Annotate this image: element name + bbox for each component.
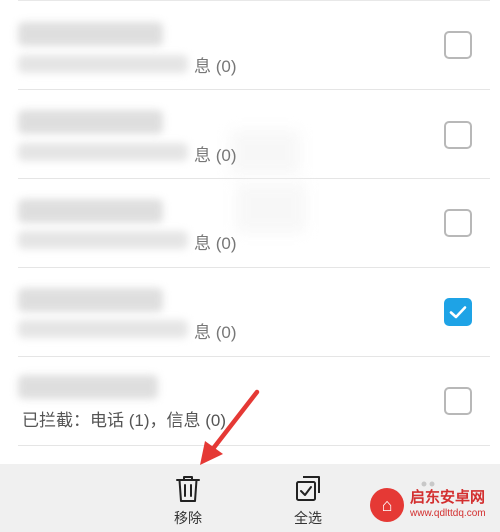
row-checkbox[interactable] <box>444 31 472 59</box>
blurred-phone-number <box>18 288 163 312</box>
select-all-button[interactable]: 全选 <box>268 474 348 530</box>
row-checkbox[interactable] <box>444 209 472 237</box>
select-all-label: 全选 <box>294 510 322 526</box>
remove-button[interactable]: 移除 <box>148 474 228 530</box>
watermark-title: 启东安卓网 <box>410 489 486 506</box>
blocked-info-text: 已拦截：电话 (1)，信息 (0) <box>22 411 226 430</box>
watermark-url: www.qdlttdq.com <box>410 508 486 519</box>
row-checkbox[interactable] <box>444 387 472 415</box>
row-checkbox-checked[interactable] <box>444 298 472 326</box>
list-item[interactable]: 息 (0) <box>0 268 500 357</box>
blocked-info-text: 息 (0) <box>194 234 237 253</box>
blurred-record-meta <box>18 143 188 161</box>
blocked-list-screen: 息 (0) 息 (0) 息 (0) 息 (0) 已拦截：电话 (1)，信息 (0… <box>0 0 500 532</box>
row-divider <box>18 445 490 446</box>
blocked-info-text: 息 (0) <box>194 323 237 342</box>
list-item[interactable]: 息 (0) <box>0 0 500 90</box>
blocked-info-text: 息 (0) <box>194 146 237 165</box>
blurred-phone-number <box>18 199 163 223</box>
blocked-info-text: 息 (0) <box>194 57 237 76</box>
blurred-phone-number <box>18 22 163 46</box>
trash-icon <box>176 476 200 502</box>
background-shape <box>236 183 306 233</box>
background-shape <box>230 130 300 175</box>
list-item[interactable]: 已拦截：电话 (1)，信息 (0) <box>0 357 500 446</box>
site-watermark: ⌂ 启东安卓网 www.qdlttdq.com <box>368 486 496 528</box>
blurred-record-meta <box>18 55 188 73</box>
blurred-phone-number <box>18 375 158 399</box>
blurred-phone-number <box>18 110 163 134</box>
remove-label: 移除 <box>174 510 202 526</box>
select-all-icon <box>296 476 320 501</box>
blurred-record-meta <box>18 231 188 249</box>
checkmark-icon <box>449 306 467 319</box>
watermark-logo-icon: ⌂ <box>370 488 404 522</box>
blurred-record-meta <box>18 320 188 338</box>
row-checkbox[interactable] <box>444 121 472 149</box>
list-item[interactable]: 息 (0) <box>0 90 500 179</box>
blocked-contacts-list: 息 (0) 息 (0) 息 (0) 息 (0) 已拦截：电话 (1)，信息 (0… <box>0 0 500 446</box>
list-item[interactable]: 息 (0) <box>0 179 500 268</box>
